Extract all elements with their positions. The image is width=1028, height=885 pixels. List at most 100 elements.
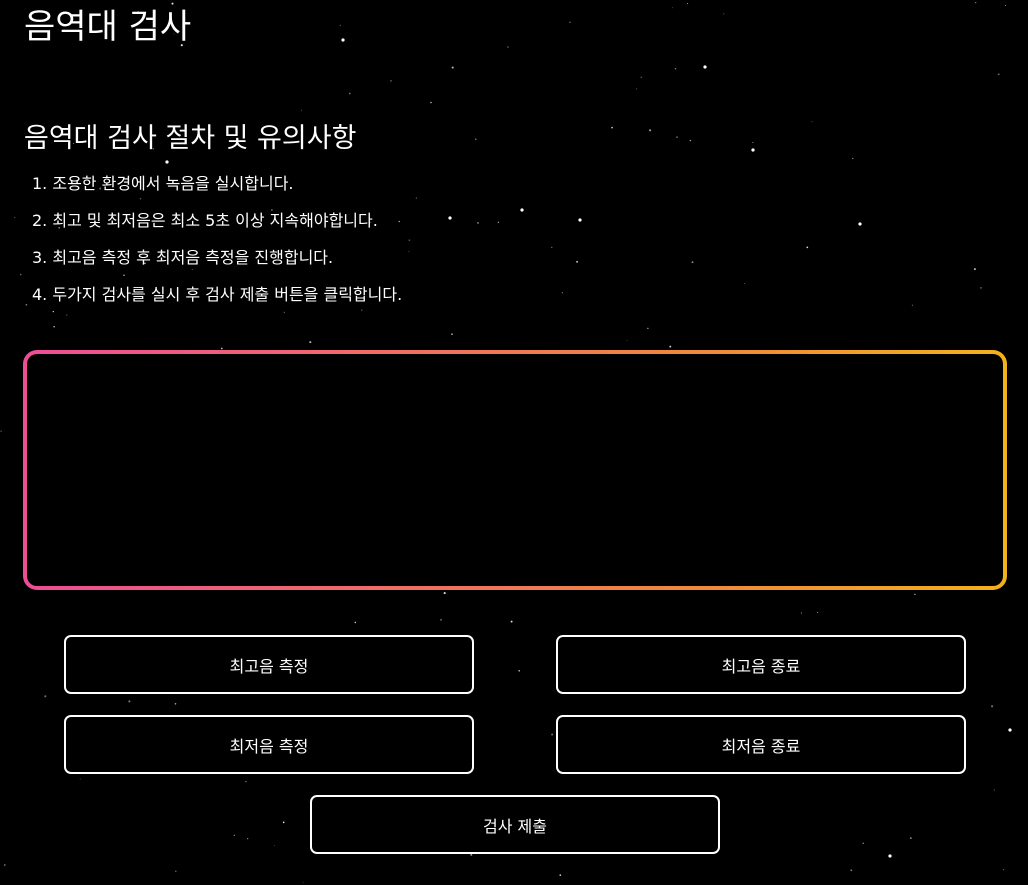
- star: [301, 109, 303, 111]
- star: [408, 239, 411, 242]
- low-pitch-start-button[interactable]: 최저음 측정: [64, 715, 474, 774]
- star: [910, 837, 912, 839]
- star: [497, 221, 500, 223]
- star: [430, 101, 432, 104]
- star: [165, 160, 169, 164]
- star: [520, 208, 524, 212]
- star: [559, 874, 562, 876]
- star: [975, 1, 977, 4]
- star: [0, 430, 2, 432]
- star: [551, 733, 554, 736]
- star: [245, 780, 247, 783]
- star: [850, 869, 853, 872]
- star: [649, 129, 652, 132]
- star: [858, 222, 862, 226]
- star: [354, 621, 357, 624]
- star: [689, 139, 692, 142]
- submit-test-button[interactable]: 검사 제출: [310, 795, 720, 854]
- star: [888, 854, 892, 858]
- star: [14, 217, 16, 219]
- star: [569, 21, 571, 23]
- star: [862, 842, 864, 844]
- star: [800, 612, 802, 614]
- star: [914, 593, 916, 596]
- star: [811, 121, 813, 123]
- star: [408, 251, 410, 253]
- star: [233, 834, 235, 836]
- page-title: 음역대 검사: [24, 7, 192, 47]
- star: [973, 268, 976, 271]
- star: [3, 864, 6, 866]
- star: [348, 92, 351, 95]
- star: [640, 76, 642, 78]
- star: [341, 38, 345, 42]
- star: [723, 13, 725, 15]
- star: [443, 592, 446, 595]
- star: [274, 845, 276, 846]
- audio-visualizer-canvas: [27, 354, 1003, 586]
- instruction-step-4: 4. 두가지 검사를 실시 후 검사 제출 버튼을 클릭합니다.: [32, 285, 403, 304]
- star: [752, 141, 754, 143]
- star: [475, 138, 477, 141]
- star: [676, 136, 678, 138]
- star: [451, 333, 453, 335]
- star: [510, 620, 513, 623]
- star: [440, 618, 442, 621]
- star: [576, 260, 579, 263]
- star: [703, 65, 707, 69]
- star: [1005, 5, 1006, 6]
- star: [1008, 728, 1012, 732]
- star: [507, 46, 509, 48]
- star: [302, 882, 304, 884]
- star: [671, 7, 673, 9]
- instructions-list: 1. 조용한 환경에서 녹음을 실시합니다. 2. 최고 및 최저음은 최소 5…: [32, 170, 402, 318]
- star: [477, 221, 479, 224]
- star: [390, 80, 392, 82]
- star: [991, 705, 994, 708]
- star: [647, 327, 649, 329]
- star: [247, 838, 249, 840]
- star: [25, 303, 28, 306]
- star: [174, 703, 177, 705]
- star: [128, 700, 131, 703]
- star: [980, 287, 982, 289]
- star: [806, 246, 809, 249]
- star: [448, 216, 452, 220]
- star: [451, 66, 454, 69]
- star: [470, 853, 473, 856]
- star: [175, 870, 177, 873]
- high-pitch-start-button[interactable]: 최고음 측정: [64, 635, 474, 694]
- star: [1002, 869, 1005, 871]
- instruction-step-3: 3. 최고음 측정 후 최저음 측정을 진행합니다.: [32, 248, 334, 267]
- page: 음역대 검사 음역대 검사 절차 및 유의사항 1. 조용한 환경에서 녹음을 …: [0, 0, 1028, 885]
- star: [687, 3, 689, 5]
- star: [578, 218, 582, 222]
- star: [611, 126, 613, 129]
- star: [415, 197, 418, 199]
- star: [911, 304, 913, 306]
- star: [19, 273, 22, 276]
- star: [561, 292, 563, 294]
- star: [339, 24, 341, 26]
- audio-visualizer-frame: [23, 350, 1007, 590]
- instruction-step-1: 1. 조용한 환경에서 녹음을 실시합니다.: [32, 174, 294, 193]
- star: [53, 326, 55, 328]
- star: [691, 261, 694, 264]
- star: [669, 345, 672, 348]
- star: [282, 821, 285, 824]
- star: [817, 612, 819, 613]
- star: [518, 669, 521, 672]
- instruction-step-2: 2. 최고 및 최저음은 최소 5초 이상 지속해야합니다.: [32, 211, 378, 230]
- star: [636, 88, 638, 90]
- star: [551, 246, 553, 249]
- star: [744, 283, 746, 284]
- star: [993, 789, 995, 791]
- star: [79, 778, 81, 780]
- low-pitch-stop-button[interactable]: 최저음 종료: [556, 715, 966, 774]
- star: [997, 73, 1000, 76]
- star: [674, 67, 677, 70]
- star: [751, 148, 755, 152]
- star: [626, 339, 628, 341]
- high-pitch-stop-button[interactable]: 최고음 종료: [556, 635, 966, 694]
- star: [309, 341, 312, 344]
